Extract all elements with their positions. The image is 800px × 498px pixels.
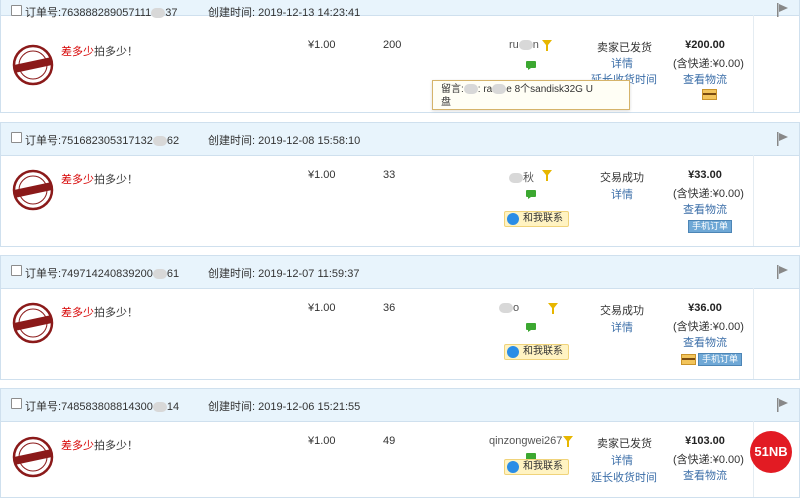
- order-header: 订单号:763888289057111 37 创建时间: 2019-12-13 1…: [1, 0, 799, 19]
- order-number: 订单号:763888289057111 37: [25, 7, 178, 19]
- stamp-icon: [12, 436, 54, 478]
- order-status: 交易成功: [600, 172, 644, 184]
- stamp-icon: [12, 169, 54, 211]
- logistics-link[interactable]: 查看物流: [673, 201, 737, 217]
- order-total: ¥33.00: [688, 169, 722, 181]
- unit-price: ¥1.00: [308, 39, 336, 51]
- redaction-blur: [152, 269, 167, 280]
- redaction-blur: [152, 402, 167, 413]
- shipping-fee: (含快递:¥0.00): [673, 454, 744, 466]
- buyer-name[interactable]: qinzongwei267: [489, 435, 562, 447]
- buyer-name[interactable]: 秋: [509, 169, 534, 185]
- card-icon: [681, 354, 696, 365]
- unit-price: ¥1.00: [308, 169, 336, 181]
- order-total: ¥36.00: [688, 302, 722, 314]
- detail-link[interactable]: 详情: [597, 452, 647, 468]
- logistics-link[interactable]: 查看物流: [673, 334, 737, 350]
- order-header: 订单号:751682305317132 62 创建时间: 2019-12-08 1…: [1, 123, 799, 156]
- flag-icon[interactable]: [777, 398, 789, 412]
- item-title[interactable]: 差多少拍多少！: [61, 437, 138, 453]
- redaction-blur: [518, 40, 533, 51]
- filter-icon[interactable]: [542, 170, 552, 181]
- quantity: 49: [383, 435, 396, 447]
- created-time: 创建时间: 2019-12-06 15:21:55: [208, 401, 361, 413]
- order-number: 订单号:749714240839200 61: [25, 268, 180, 280]
- order-status: 卖家已发货: [597, 438, 652, 450]
- stamp-icon: [12, 44, 54, 86]
- redaction-blur: [151, 8, 166, 19]
- unit-price: ¥1.00: [308, 435, 336, 447]
- order-card: 订单号:763888289057111 37 创建时间: 2019-12-13 1…: [0, 0, 800, 113]
- redaction-blur: [492, 84, 507, 95]
- chat-icon[interactable]: [526, 61, 536, 70]
- watermark-logo: 51NB: [750, 431, 792, 473]
- stamp-icon: [12, 302, 54, 344]
- order-header: 订单号:748583808814300 14 创建时间: 2019-12-06 1…: [1, 389, 799, 422]
- created-time: 创建时间: 2019-12-13 14:23:41: [208, 7, 361, 19]
- item-title[interactable]: 差多少拍多少！: [61, 304, 138, 320]
- logistics-link[interactable]: 查看物流: [673, 467, 737, 483]
- detail-link[interactable]: 详情: [597, 319, 647, 335]
- column-divider: [753, 155, 754, 246]
- order-checkbox[interactable]: [11, 265, 22, 276]
- redaction-blur: [152, 136, 167, 147]
- redaction-blur: [463, 84, 478, 95]
- mobile-order-badge: 手机订单: [688, 220, 733, 233]
- detail-link[interactable]: 详情: [597, 55, 647, 71]
- order-header: 订单号:749714240839200 61 创建时间: 2019-12-07 1…: [1, 256, 799, 289]
- item-title[interactable]: 差多少拍多少！: [61, 43, 138, 59]
- order-checkbox[interactable]: [11, 132, 22, 143]
- buyer-name[interactable]: ru n: [509, 39, 539, 51]
- chat-icon[interactable]: [526, 190, 536, 199]
- detail-link[interactable]: 详情: [597, 186, 647, 202]
- chat-bubble-icon: [507, 346, 519, 358]
- order-number: 订单号:751682305317132 62: [25, 135, 180, 147]
- flag-icon[interactable]: [777, 265, 789, 279]
- buyer-message-tooltip: 留言:: ra e 8个sandisk32G U 盘: [432, 80, 630, 110]
- filter-icon[interactable]: [563, 436, 573, 447]
- filter-icon[interactable]: [548, 303, 558, 314]
- created-time: 创建时间: 2019-12-08 15:58:10: [208, 135, 361, 147]
- unit-price: ¥1.00: [308, 302, 336, 314]
- mobile-order-badge: 手机订单: [698, 353, 743, 366]
- shipping-fee: (含快递:¥0.00): [673, 188, 744, 200]
- contact-me-button[interactable]: 和我联系: [504, 211, 569, 227]
- logistics-link[interactable]: 查看物流: [673, 71, 737, 87]
- order-status: 交易成功: [600, 305, 644, 317]
- quantity: 200: [383, 39, 402, 51]
- order-status: 卖家已发货: [597, 42, 652, 54]
- shipping-fee: (含快递:¥0.00): [673, 321, 744, 333]
- item-title[interactable]: 差多少拍多少！: [61, 171, 138, 187]
- shipping-fee: (含快递:¥0.00): [673, 58, 744, 70]
- order-total: ¥200.00: [685, 39, 725, 51]
- flag-icon[interactable]: [777, 132, 789, 146]
- chat-bubble-icon: [507, 461, 519, 473]
- redaction-blur: [499, 303, 513, 314]
- order-total: ¥103.00: [685, 435, 725, 447]
- order-card: 订单号:751682305317132 62 创建时间: 2019-12-08 1…: [0, 122, 800, 247]
- redaction-blur: [509, 173, 523, 184]
- contact-me-button[interactable]: 和我联系: [504, 344, 569, 360]
- created-time: 创建时间: 2019-12-07 11:59:37: [208, 268, 360, 280]
- column-divider: [753, 288, 754, 379]
- chat-bubble-icon: [507, 213, 519, 225]
- order-number: 订单号:748583808814300 14: [25, 401, 180, 413]
- contact-me-button[interactable]: 和我联系: [504, 459, 569, 475]
- filter-icon[interactable]: [542, 40, 552, 51]
- column-divider: [753, 15, 754, 112]
- quantity: 36: [383, 302, 396, 314]
- card-icon: [702, 89, 717, 100]
- flag-icon[interactable]: [777, 3, 789, 17]
- order-card: 订单号:749714240839200 61 创建时间: 2019-12-07 1…: [0, 255, 800, 380]
- extend-receipt-link[interactable]: 延长收货时间: [591, 469, 657, 485]
- order-checkbox[interactable]: [11, 398, 22, 409]
- order-card: 订单号:748583808814300 14 创建时间: 2019-12-06 1…: [0, 388, 800, 498]
- buyer-name[interactable]: o: [499, 302, 519, 314]
- quantity: 33: [383, 169, 396, 181]
- chat-icon[interactable]: [526, 323, 536, 332]
- order-checkbox[interactable]: [11, 5, 22, 16]
